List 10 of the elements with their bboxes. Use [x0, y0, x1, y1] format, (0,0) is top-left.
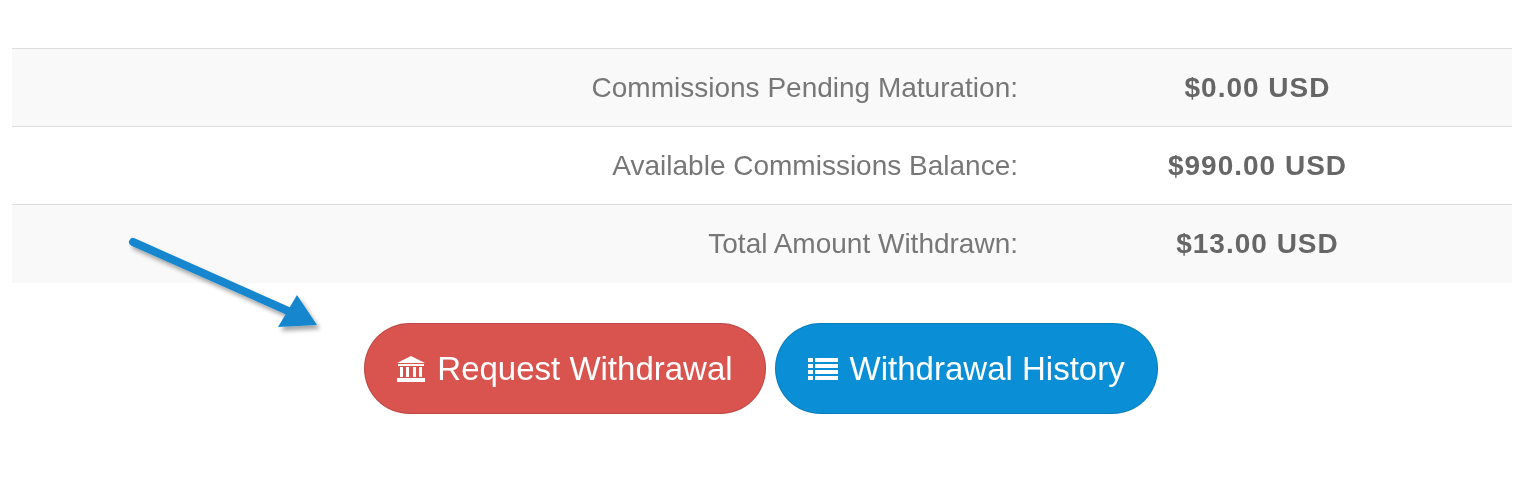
row-label: Total Amount Withdrawn:	[707, 227, 1018, 261]
amount-value: $990.00 USD	[1167, 149, 1348, 181]
row-label: Commissions Pending Maturation:	[590, 70, 1018, 105]
row-label: Available Commissions Balance:	[611, 148, 1018, 183]
bank-icon	[397, 355, 426, 382]
request-withdrawal-button[interactable]: Request Withdrawal	[364, 323, 766, 414]
amount-value: $13.00 USD	[1176, 228, 1339, 259]
withdrawal-history-button[interactable]: Withdrawal History	[774, 323, 1158, 414]
amount-value: $0.00 USD	[1184, 71, 1331, 103]
list-icon	[807, 357, 838, 380]
